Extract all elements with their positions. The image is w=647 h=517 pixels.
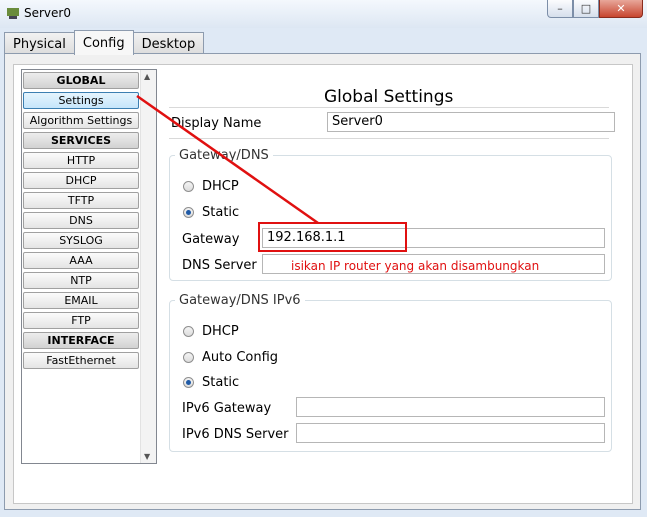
config-content: GLOBAL Settings Algorithm Settings SERVI… xyxy=(13,64,633,504)
annotation-highlight-box xyxy=(258,222,407,252)
tab-desktop[interactable]: Desktop xyxy=(132,32,205,55)
close-button[interactable]: ✕ xyxy=(599,0,643,18)
maximize-button[interactable]: □ xyxy=(573,0,599,18)
annotation-arrow xyxy=(136,94,319,225)
annotation-text: isikan IP router yang akan disambungkan xyxy=(291,259,540,273)
config-panel: GLOBAL Settings Algorithm Settings SERVI… xyxy=(4,53,641,510)
tab-config[interactable]: Config xyxy=(73,30,134,55)
minimize-button[interactable]: – xyxy=(547,0,573,18)
tab-bar: Physical Config Desktop xyxy=(4,30,205,55)
server-app-icon xyxy=(7,8,19,19)
title-bar: Server0 – □ ✕ xyxy=(0,0,647,28)
window-title: Server0 xyxy=(24,6,71,20)
tab-physical[interactable]: Physical xyxy=(4,32,75,55)
